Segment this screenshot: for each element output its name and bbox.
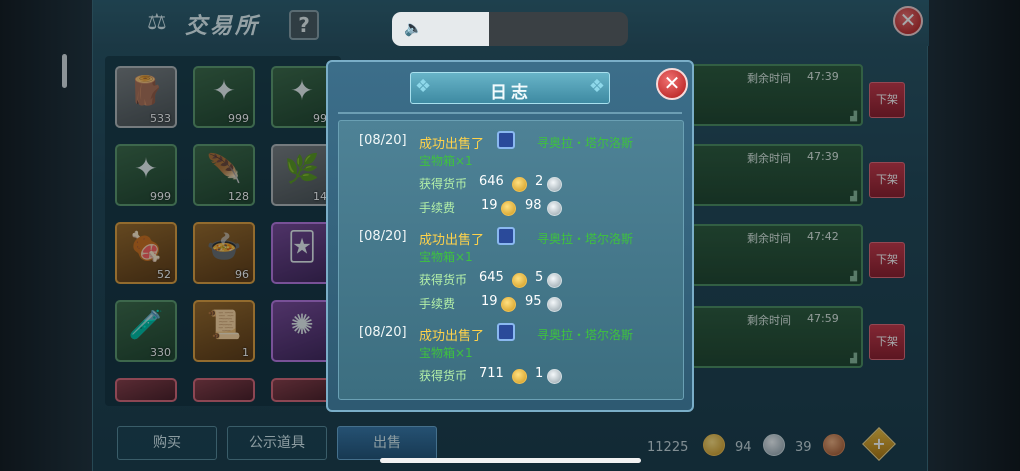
sold-item-icon xyxy=(497,323,515,341)
fee-gold: 19 xyxy=(481,198,498,213)
gold-coin-icon xyxy=(512,273,527,288)
earned-gold: 645 xyxy=(479,270,504,285)
fee-label: 手续费 xyxy=(419,201,456,215)
fee-silver: 98 xyxy=(525,198,542,213)
gold-coin-icon xyxy=(501,201,516,216)
earned-silver: 2 xyxy=(535,174,544,189)
sold-item-icon xyxy=(497,131,515,149)
silver-coin-icon xyxy=(547,273,562,288)
sold-label: 成功出售了 xyxy=(419,137,485,152)
sold-item-name-cont: 宝物箱×1 xyxy=(419,250,473,264)
earned-gold: 646 xyxy=(479,174,504,189)
silver-coin-icon xyxy=(547,369,562,384)
earned-label: 获得货币 xyxy=(419,177,468,191)
earned-silver: 1 xyxy=(535,366,544,381)
log-dialog-title: 日志 xyxy=(490,83,532,103)
log-dialog: ❖ 日志 ❖ ✕ [08/20] 成功出售了 寻奥拉・塔尔洛斯 宝物箱×1 获得货币 64… xyxy=(326,60,694,412)
sold-item-name-cont: 宝物箱×1 xyxy=(419,154,473,168)
silver-coin-icon xyxy=(547,201,562,216)
sold-label: 成功出售了 xyxy=(419,329,485,344)
sold-item-icon xyxy=(497,227,515,245)
fee-silver: 95 xyxy=(525,294,542,309)
earned-silver: 5 xyxy=(535,270,544,285)
speaker-icon: 🔈 xyxy=(404,19,423,37)
gold-coin-icon xyxy=(501,297,516,312)
sold-label: 成功出售了 xyxy=(419,233,485,248)
close-log-button[interactable]: ✕ xyxy=(656,68,688,100)
log-list[interactable]: [08/20] 成功出售了 寻奥拉・塔尔洛斯 宝物箱×1 获得货币 646 2 手续费 19 98… xyxy=(338,120,684,400)
log-date: [08/20] xyxy=(359,229,407,244)
divider xyxy=(338,112,682,114)
fee-label: 手续费 xyxy=(419,297,456,311)
silver-coin-icon xyxy=(547,297,562,312)
silver-coin-icon xyxy=(547,177,562,192)
sold-item-name-cont: 宝物箱×1 xyxy=(419,346,473,360)
sold-item-name: 寻奥拉・塔尔洛斯 xyxy=(537,232,634,246)
sold-item-name: 寻奥拉・塔尔洛斯 xyxy=(537,328,634,342)
fee-gold: 19 xyxy=(481,294,498,309)
sold-item-name: 寻奥拉・塔尔洛斯 xyxy=(537,136,634,150)
log-dialog-header: ❖ 日志 ❖ xyxy=(410,72,610,104)
earned-gold: 711 xyxy=(479,366,504,381)
earned-label: 获得货币 xyxy=(419,369,468,383)
home-indicator[interactable] xyxy=(380,458,641,463)
log-date: [08/20] xyxy=(359,133,407,148)
ornament-right-icon: ❖ xyxy=(588,76,605,97)
gold-coin-icon xyxy=(512,369,527,384)
volume-hud: 🔈 xyxy=(392,12,628,46)
gold-coin-icon xyxy=(512,177,527,192)
earned-label: 获得货币 xyxy=(419,273,468,287)
log-date: [08/20] xyxy=(359,325,407,340)
